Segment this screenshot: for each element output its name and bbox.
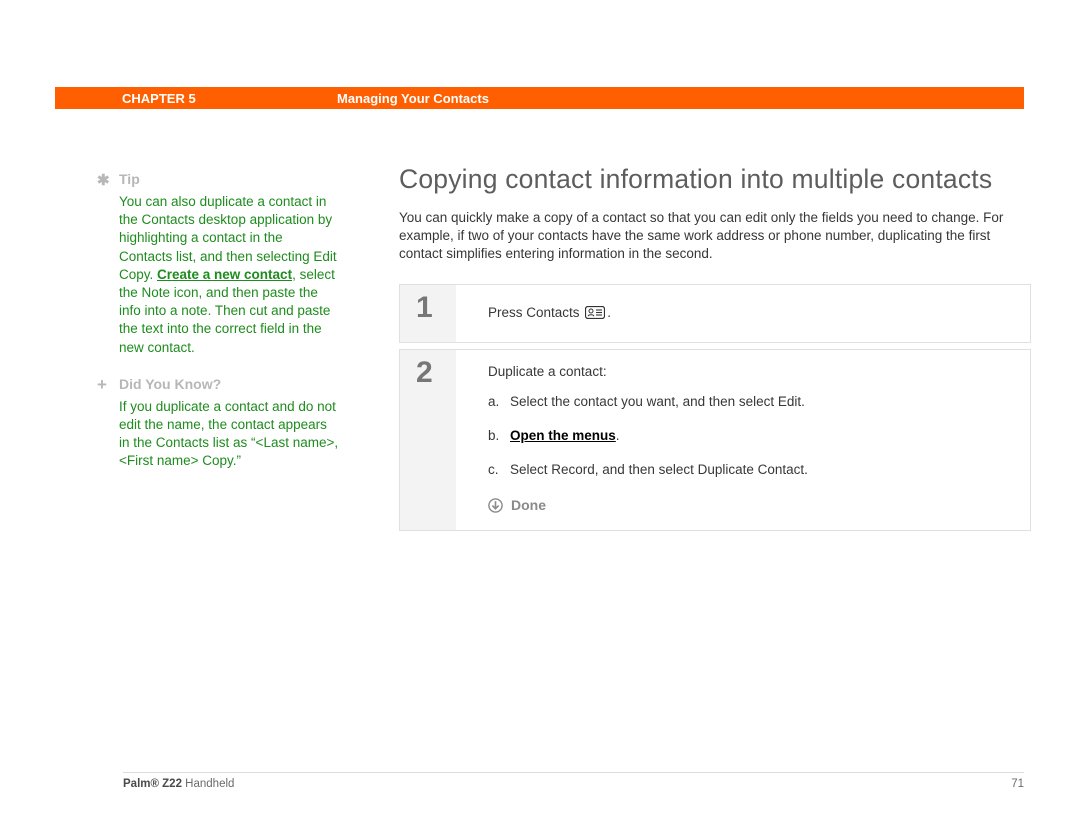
footer-product-bold: Palm® Z22 — [123, 778, 182, 790]
dyk-body: If you duplicate a contact and do not ed… — [119, 398, 339, 471]
footer: Palm® Z22 Handheld 71 — [123, 778, 1024, 790]
create-new-contact-link[interactable]: Create a new contact — [157, 267, 292, 282]
did-you-know-section: + Did You Know? If you duplicate a conta… — [119, 375, 339, 471]
page-number: 71 — [1011, 778, 1024, 790]
tip-heading: ✱ Tip — [119, 170, 339, 189]
chapter-label: CHAPTER 5 — [122, 91, 196, 106]
done-indicator: Done — [488, 495, 1014, 516]
substep-b: b. Open the menus. — [488, 426, 1014, 446]
dyk-heading-text: Did You Know? — [119, 376, 221, 392]
intro-paragraph: You can quickly make a copy of a contact… — [399, 209, 1031, 264]
substep-a-label: a. — [488, 392, 510, 412]
step-1: 1 Press Contacts . — [399, 284, 1031, 343]
substep-b-after: . — [616, 428, 620, 443]
steps-list: 1 Press Contacts . 2 — [399, 284, 1031, 531]
dyk-heading: + Did You Know? — [119, 375, 339, 394]
main-content: Copying contact information into multipl… — [399, 164, 1031, 531]
step-number: 1 — [416, 293, 456, 323]
substep-c-text: Select Record, and then select Duplicate… — [510, 460, 1014, 480]
substep-c-label: c. — [488, 460, 510, 480]
done-label: Done — [511, 495, 546, 516]
step-2-body: Duplicate a contact: a. Select the conta… — [456, 350, 1030, 530]
step-1-text-before: Press Contacts — [488, 305, 583, 320]
down-arrow-icon — [488, 498, 503, 513]
step-number-cell: 2 — [400, 350, 456, 530]
substep-b-text: Open the menus. — [510, 426, 1014, 446]
tip-body: You can also duplicate a contact in the … — [119, 193, 339, 357]
footer-product-rest: Handheld — [182, 778, 234, 790]
substep-list: a. Select the contact you want, and then… — [488, 392, 1014, 481]
step-2-intro: Duplicate a contact: — [488, 362, 1014, 382]
step-2: 2 Duplicate a contact: a. Select the con… — [399, 349, 1031, 531]
substep-a-text: Select the contact you want, and then se… — [510, 392, 1014, 412]
step-number: 2 — [416, 358, 456, 388]
tip-section: ✱ Tip You can also duplicate a contact i… — [119, 170, 339, 357]
plus-icon: + — [97, 374, 107, 397]
step-1-body: Press Contacts . — [456, 285, 1030, 342]
substep-c: c. Select Record, and then select Duplic… — [488, 460, 1014, 480]
contacts-button-icon — [585, 301, 605, 328]
open-the-menus-link[interactable]: Open the menus — [510, 428, 616, 443]
step-number-cell: 1 — [400, 285, 456, 342]
page-title: Copying contact information into multipl… — [399, 164, 1031, 195]
step-1-text-after: . — [607, 305, 611, 320]
footer-product: Palm® Z22 Handheld — [123, 778, 234, 790]
asterisk-icon: ✱ — [97, 171, 110, 191]
sidebar: ✱ Tip You can also duplicate a contact i… — [119, 170, 339, 489]
tip-heading-text: Tip — [119, 171, 140, 187]
substep-a: a. Select the contact you want, and then… — [488, 392, 1014, 412]
substep-b-label: b. — [488, 426, 510, 446]
chapter-title: Managing Your Contacts — [337, 91, 489, 106]
header-bar: CHAPTER 5 Managing Your Contacts — [55, 87, 1024, 109]
footer-rule — [123, 772, 1024, 773]
